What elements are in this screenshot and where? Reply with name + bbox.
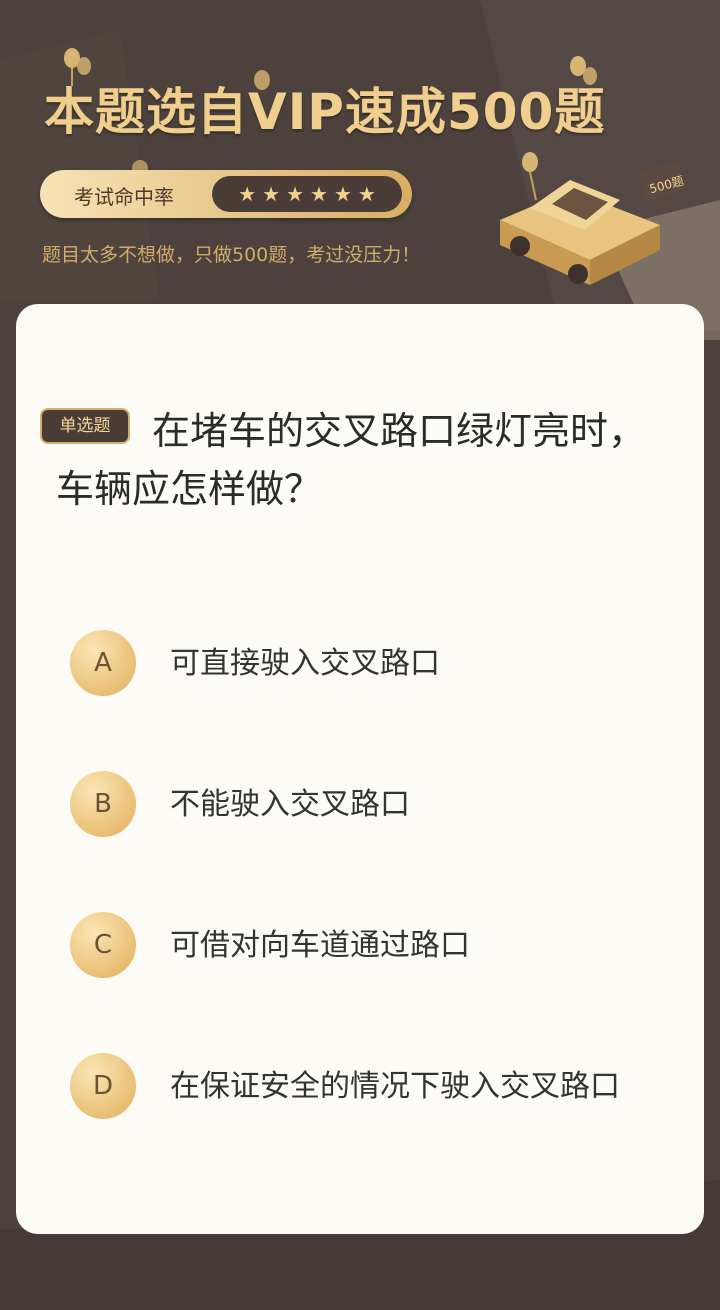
- star-rating: ★ ★ ★ ★ ★ ★: [212, 176, 402, 212]
- promo-title: 本题选自VIP速成500题: [44, 83, 606, 141]
- star-icon: ★: [357, 182, 376, 206]
- question-card: 单选题 在堵车的交叉路口绿灯亮时，车辆应怎样做？ A 可直接驶入交叉路口 B 不…: [16, 304, 704, 1234]
- option-letter-badge: B: [70, 771, 136, 837]
- star-icon: ★: [333, 182, 352, 206]
- option-text: 不能驶入交叉路口: [170, 787, 410, 822]
- star-icon: ★: [262, 182, 281, 206]
- hit-rate-badge: 考试命中率 ★ ★ ★ ★ ★ ★: [40, 170, 412, 218]
- option-text: 可借对向车道通过路口: [170, 928, 470, 963]
- star-icon: ★: [286, 182, 304, 206]
- hit-rate-label: 考试命中率: [74, 185, 174, 209]
- option-letter-badge: C: [70, 912, 136, 978]
- star-icon: ★: [238, 182, 257, 206]
- car-illustration: 500题: [500, 162, 686, 285]
- option-letter-badge: A: [70, 630, 136, 696]
- promo-header: 本题选自VIP速成500题 考试命中率 ★ ★ ★ ★ ★ ★ 题目太多不想做，…: [0, 0, 720, 310]
- option-letter-badge: D: [70, 1053, 136, 1119]
- option-text: 在保证安全的情况下驶入交叉路口: [170, 1069, 620, 1104]
- option-text: 可直接驶入交叉路口: [170, 646, 440, 681]
- star-icon: ★: [310, 182, 328, 206]
- promo-subtitle: 题目太多不想做，只做500题，考过没压力！: [42, 244, 421, 266]
- question-text: 在堵车的交叉路口绿灯亮时，车辆应怎样做？: [56, 409, 647, 511]
